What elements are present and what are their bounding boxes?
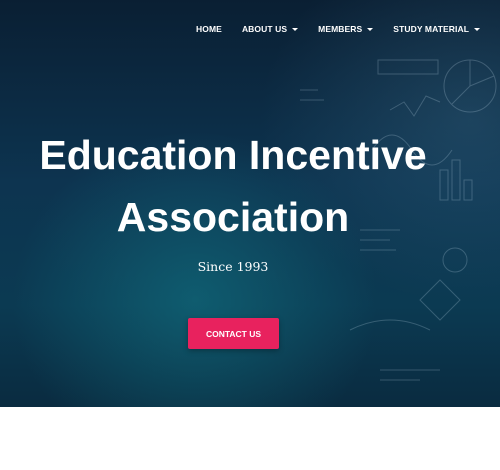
nav-item-label: HOME	[196, 24, 222, 34]
caret-down-icon	[367, 28, 374, 31]
title-line-1: Education Incentive	[39, 132, 427, 178]
subtitle: Since 1993	[197, 259, 269, 274]
main-nav: HOME ABOUT US MEMBERS STUDY MATERIAL	[186, 24, 490, 34]
caret-down-icon	[474, 28, 480, 31]
contact-us-button[interactable]: CONTACT US	[188, 318, 279, 349]
nav-item-home[interactable]: HOME	[186, 24, 232, 34]
nav-item-label: ABOUT US	[241, 24, 288, 34]
nav-item-label: MEMBERS	[318, 24, 363, 34]
hero-section: HOME ABOUT US MEMBERS STUDY MATERIAL Edu…	[0, 0, 500, 407]
nav-item-study-material[interactable]: STUDY MATERIAL	[383, 24, 490, 34]
caret-down-icon	[292, 28, 299, 31]
page-title: Education Incentive Association	[0, 124, 466, 248]
nav-item-members[interactable]: MEMBERS	[308, 24, 383, 34]
nav-item-label: STUDY MATERIAL	[393, 24, 469, 34]
title-line-2: Association	[116, 194, 350, 240]
nav-item-about-us[interactable]: ABOUT US	[232, 24, 308, 34]
